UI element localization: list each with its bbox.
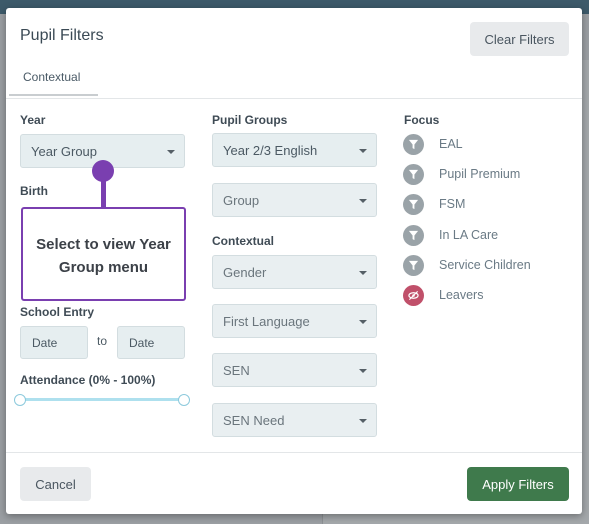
focus-item-label: Service Children [439,258,531,272]
tab-contextual[interactable]: Contextual [9,66,98,96]
focus-item-label: In LA Care [439,228,499,242]
focus-item-label: FSM [439,197,466,211]
sen-need-select[interactable]: SEN Need [212,403,377,437]
pupil-groups-value: Year 2/3 English [223,143,318,158]
focus-item-fsm[interactable]: FSM [403,193,465,215]
focus-item-pupil-premium[interactable]: Pupil Premium [403,163,520,185]
chevron-down-icon [359,419,367,423]
school-entry-from-date[interactable]: Date [20,326,88,359]
filter-icon [403,224,424,246]
tooltip-pointer-dot [92,160,114,182]
chevron-down-icon [167,150,175,154]
group-value: Group [223,193,260,208]
gender-select[interactable]: Gender [212,255,377,289]
contextual-label: Contextual [212,234,275,248]
attendance-label: Attendance (0% - 100%) [20,373,156,387]
school-entry-label: School Entry [20,305,95,319]
attendance-max-handle[interactable] [178,394,190,406]
chevron-down-icon [359,149,367,153]
attendance-slider-track[interactable] [24,398,184,401]
first-language-select[interactable]: First Language [212,304,377,338]
footer-divider [6,452,582,453]
group-select[interactable]: Group [212,183,377,217]
sen-need-value: SEN Need [223,413,285,428]
apply-filters-button[interactable]: Apply Filters [467,467,569,501]
focus-item-in-la-care[interactable]: In LA Care [403,224,498,246]
tooltip-pointer-stem [101,178,106,208]
date-to-label: to [97,334,108,348]
filter-icon [403,163,424,185]
eye-slash-icon [403,284,424,306]
focus-item-eal[interactable]: EAL [403,133,463,155]
year-group-tooltip: Select to view Year Group menu [21,207,186,301]
clear-filters-button[interactable]: Clear Filters [470,22,569,56]
filter-icon [403,193,424,215]
pupil-filters-modal: Pupil Filters Clear Filters Contextual Y… [6,8,582,514]
focus-item-label: Leavers [439,288,484,302]
gender-value: Gender [223,265,267,280]
chevron-down-icon [359,271,367,275]
focus-item-label: Pupil Premium [439,167,521,181]
sen-value: SEN [223,363,250,378]
filter-icon [403,133,424,155]
first-language-value: First Language [223,314,310,329]
modal-title: Pupil Filters [20,27,104,44]
header-divider [6,98,582,99]
filter-icon [403,254,424,276]
year-group-value: Year Group [31,144,98,159]
school-entry-to-date[interactable]: Date [117,326,185,359]
pupil-groups-select[interactable]: Year 2/3 English [212,133,377,167]
chevron-down-icon [359,199,367,203]
cancel-button[interactable]: Cancel [20,467,91,501]
birth-label: Birth [20,184,48,198]
focus-item-service-children[interactable]: Service Children [403,254,531,276]
focus-label: Focus [404,113,440,127]
sen-select[interactable]: SEN [212,353,377,387]
focus-item-label: EAL [439,137,463,151]
chevron-down-icon [359,369,367,373]
attendance-min-handle[interactable] [14,394,26,406]
focus-item-leavers[interactable]: Leavers [403,284,483,306]
pupil-groups-label: Pupil Groups [212,113,288,127]
year-label: Year [20,113,46,127]
chevron-down-icon [359,320,367,324]
